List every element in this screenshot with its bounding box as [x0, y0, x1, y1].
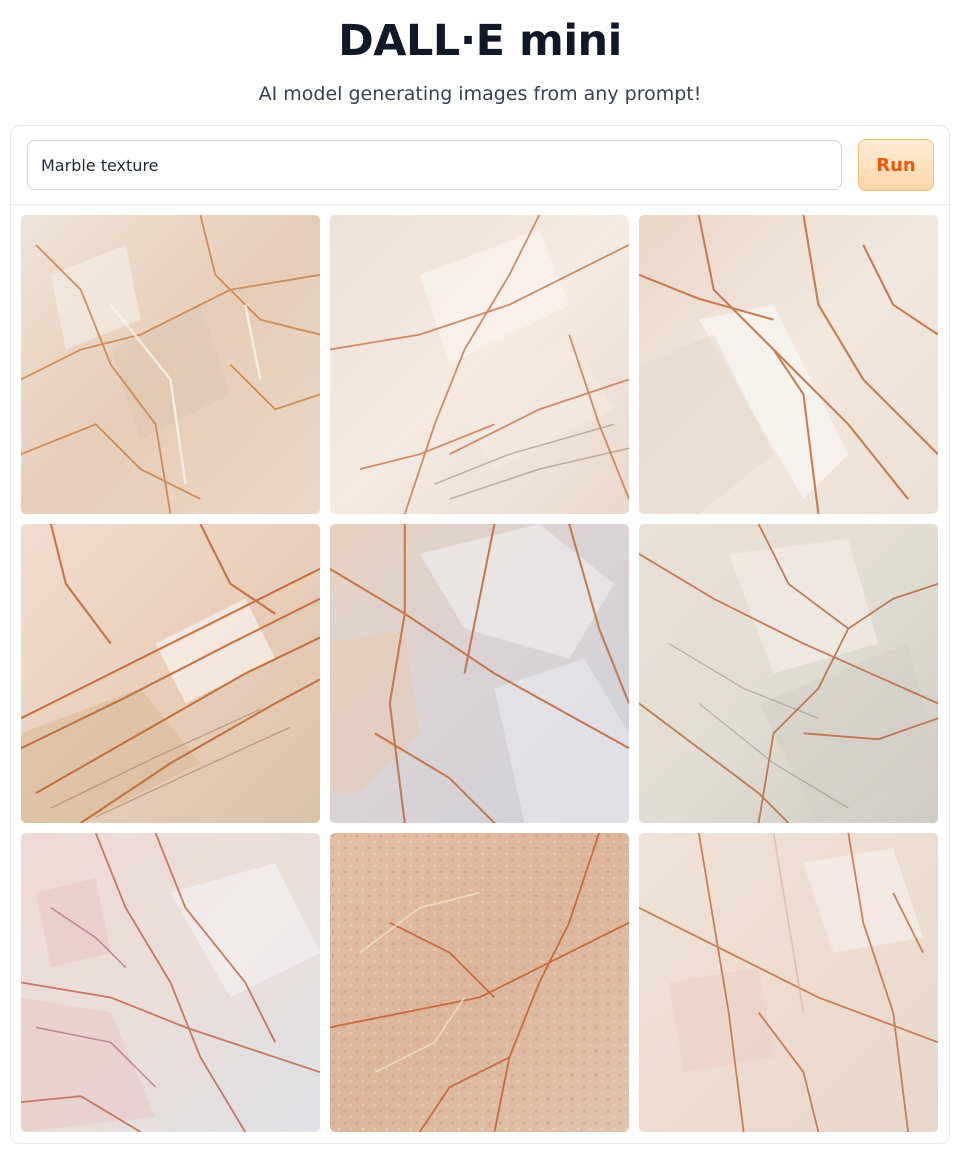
marble-image-3: [639, 215, 938, 514]
marble-image-5: [330, 524, 629, 823]
gallery-image-1[interactable]: [21, 215, 320, 514]
marble-image-2: [330, 215, 629, 514]
run-button[interactable]: Run: [858, 139, 934, 191]
marble-image-4: [21, 524, 320, 823]
gallery-image-9[interactable]: [639, 833, 938, 1132]
marble-image-1: [21, 215, 320, 514]
prompt-input[interactable]: [27, 140, 842, 190]
page-title: DALL·E mini: [338, 16, 622, 66]
gallery-image-6[interactable]: [639, 524, 938, 823]
gallery-image-4[interactable]: [21, 524, 320, 823]
gallery-image-5[interactable]: [330, 524, 629, 823]
marble-image-8: [330, 833, 629, 1132]
page-subtitle: AI model generating images from any prom…: [258, 83, 702, 105]
gallery-image-3[interactable]: [639, 215, 938, 514]
gallery-image-2[interactable]: [330, 215, 629, 514]
marble-image-6: [639, 524, 938, 823]
marble-image-7: [21, 833, 320, 1132]
panel-divider: [11, 204, 949, 205]
image-gallery: [21, 215, 939, 1133]
gallery-image-8[interactable]: [330, 833, 629, 1132]
main-panel: Run: [10, 125, 950, 1144]
gallery-image-7[interactable]: [21, 833, 320, 1132]
marble-image-9: [639, 833, 938, 1132]
